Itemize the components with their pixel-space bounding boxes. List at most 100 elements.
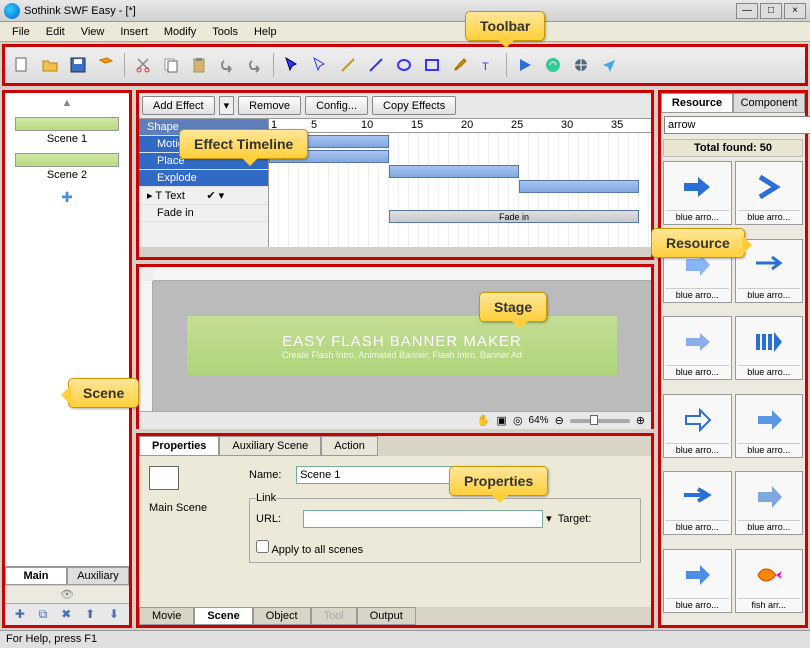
undo-button[interactable] — [214, 52, 240, 78]
tab-aux-scene[interactable]: Auxiliary Scene — [219, 436, 321, 456]
remove-effect-button[interactable]: Remove — [238, 96, 301, 115]
properties-panel: Properties Properties Auxiliary Scene Ac… — [136, 433, 654, 628]
menu-file[interactable]: File — [4, 24, 38, 40]
name-label: Name: — [249, 469, 293, 481]
copy-effects-button[interactable]: Copy Effects — [372, 96, 456, 115]
resource-item[interactable]: blue arro... — [735, 394, 804, 458]
stage-ruler-horizontal — [153, 267, 651, 281]
paste-button[interactable] — [186, 52, 212, 78]
bar-place[interactable] — [389, 165, 519, 178]
resource-item[interactable]: blue arro... — [663, 161, 732, 225]
tab-component[interactable]: Component — [733, 93, 805, 113]
scene-up-icon[interactable]: ⬆ — [85, 607, 95, 622]
config-effect-button[interactable]: Config... — [305, 96, 368, 115]
actual-icon[interactable]: ◎ — [513, 414, 523, 427]
resource-item[interactable]: blue arro... — [735, 316, 804, 380]
resource-panel: Resource Resource Component 🔍 Total foun… — [658, 90, 808, 628]
tab-auxiliary[interactable]: Auxiliary — [67, 567, 129, 585]
resource-item[interactable]: blue arro... — [663, 549, 732, 613]
scene-thumb-1[interactable] — [15, 117, 119, 131]
redo-button[interactable] — [242, 52, 268, 78]
tab-action[interactable]: Action — [321, 436, 378, 456]
eye-icon[interactable]: 👁 — [5, 585, 129, 603]
resource-item[interactable]: fish arr... — [735, 549, 804, 613]
resource-search-input[interactable] — [664, 116, 810, 134]
menu-edit[interactable]: Edit — [38, 24, 73, 40]
callout-stage: Stage — [479, 292, 547, 322]
close-button[interactable]: × — [784, 3, 806, 19]
oval-tool[interactable] — [391, 52, 417, 78]
apply-all-check[interactable] — [256, 540, 269, 553]
bar-fadein[interactable]: Fade in — [389, 210, 639, 223]
btab-object[interactable]: Object — [253, 607, 311, 625]
tree-text[interactable]: ▸ T Text ✔ ▾ — [139, 187, 268, 205]
maximize-button[interactable]: □ — [760, 3, 782, 19]
tab-resource[interactable]: Resource — [661, 93, 733, 113]
scene-add-icon[interactable]: ✚ — [15, 607, 25, 622]
fit-icon[interactable]: ▣ — [497, 414, 507, 427]
scene-down-icon[interactable]: ⬇ — [109, 607, 119, 622]
menu-tools[interactable]: Tools — [204, 24, 246, 40]
target-label: Target: — [558, 513, 592, 525]
tab-properties[interactable]: Properties — [139, 436, 219, 456]
line-tool[interactable] — [363, 52, 389, 78]
toolbar-region: Toolbar T — [2, 44, 808, 86]
add-effect-button[interactable]: Add Effect — [142, 96, 215, 115]
brush-tool[interactable] — [447, 52, 473, 78]
bar-explode[interactable] — [519, 180, 639, 193]
scene-dup-icon[interactable]: ⧉ — [39, 607, 48, 622]
copy-button[interactable] — [158, 52, 184, 78]
save-button[interactable] — [65, 52, 91, 78]
help-button[interactable] — [596, 52, 622, 78]
cut-button[interactable] — [130, 52, 156, 78]
minimize-button[interactable]: — — [736, 3, 758, 19]
callout-toolbar: Toolbar — [465, 11, 545, 41]
callout-resource: Resource — [651, 228, 745, 258]
pen-tool[interactable] — [335, 52, 361, 78]
btab-output[interactable]: Output — [357, 607, 416, 625]
url-label: URL: — [256, 513, 300, 525]
resource-item[interactable]: blue arro... — [663, 316, 732, 380]
new-button[interactable] — [9, 52, 35, 78]
banner-subtitle: Create Flash Intro, Animated Banner, Fla… — [282, 350, 522, 360]
btab-scene[interactable]: Scene — [194, 607, 252, 625]
banner-preview[interactable]: EASY FLASH BANNER MAKER Create Flash Int… — [187, 316, 617, 376]
apply-all-label: Apply to all scenes — [271, 544, 363, 556]
tab-main[interactable]: Main — [5, 567, 67, 585]
zoom-out-icon[interactable]: ⊖ — [555, 414, 564, 427]
export-button[interactable] — [93, 52, 119, 78]
app-icon — [4, 3, 20, 19]
menu-insert[interactable]: Insert — [112, 24, 156, 40]
btab-movie[interactable]: Movie — [139, 607, 194, 625]
select-tool[interactable] — [279, 52, 305, 78]
subselect-tool[interactable] — [307, 52, 333, 78]
resource-item[interactable]: blue arro... — [663, 471, 732, 535]
url-dropdown[interactable]: ▾ — [546, 513, 552, 525]
link-legend: Link — [256, 492, 276, 504]
add-scene-button[interactable]: ✚ — [9, 189, 125, 206]
zoom-slider[interactable] — [570, 419, 630, 423]
scene-del-icon[interactable]: ✖ — [61, 607, 71, 622]
zoom-in-icon[interactable]: ⊕ — [636, 414, 645, 427]
scene-thumb-2[interactable] — [15, 153, 119, 167]
hand-tool-icon[interactable]: ✋ — [477, 414, 491, 427]
main-toolbar: T — [5, 47, 805, 83]
stage-canvas[interactable]: EASY FLASH BANNER MAKER Create Flash Int… — [153, 281, 651, 411]
preview-button[interactable] — [540, 52, 566, 78]
open-button[interactable] — [37, 52, 63, 78]
status-bar: For Help, press F1 — [0, 630, 810, 648]
rect-tool[interactable] — [419, 52, 445, 78]
menu-view[interactable]: View — [73, 24, 113, 40]
resource-item[interactable]: blue arro... — [735, 471, 804, 535]
timeline-grid[interactable]: 1 5 10 15 20 25 30 35 Fade in — [269, 119, 651, 247]
resource-item[interactable]: blue arro... — [735, 161, 804, 225]
add-effect-dropdown[interactable]: ▾ — [219, 96, 235, 115]
tree-fadein[interactable]: Fade in — [139, 205, 268, 222]
stage-panel: Stage EASY FLASH BANNER MAKER Create Fla… — [136, 264, 654, 429]
menu-help[interactable]: Help — [246, 24, 285, 40]
menu-bar: File Edit View Insert Modify Tools Help — [0, 22, 810, 42]
publish-button[interactable] — [568, 52, 594, 78]
menu-modify[interactable]: Modify — [156, 24, 204, 40]
window-title: Sothink SWF Easy - [*] — [24, 5, 734, 17]
resource-item[interactable]: blue arro... — [663, 394, 732, 458]
